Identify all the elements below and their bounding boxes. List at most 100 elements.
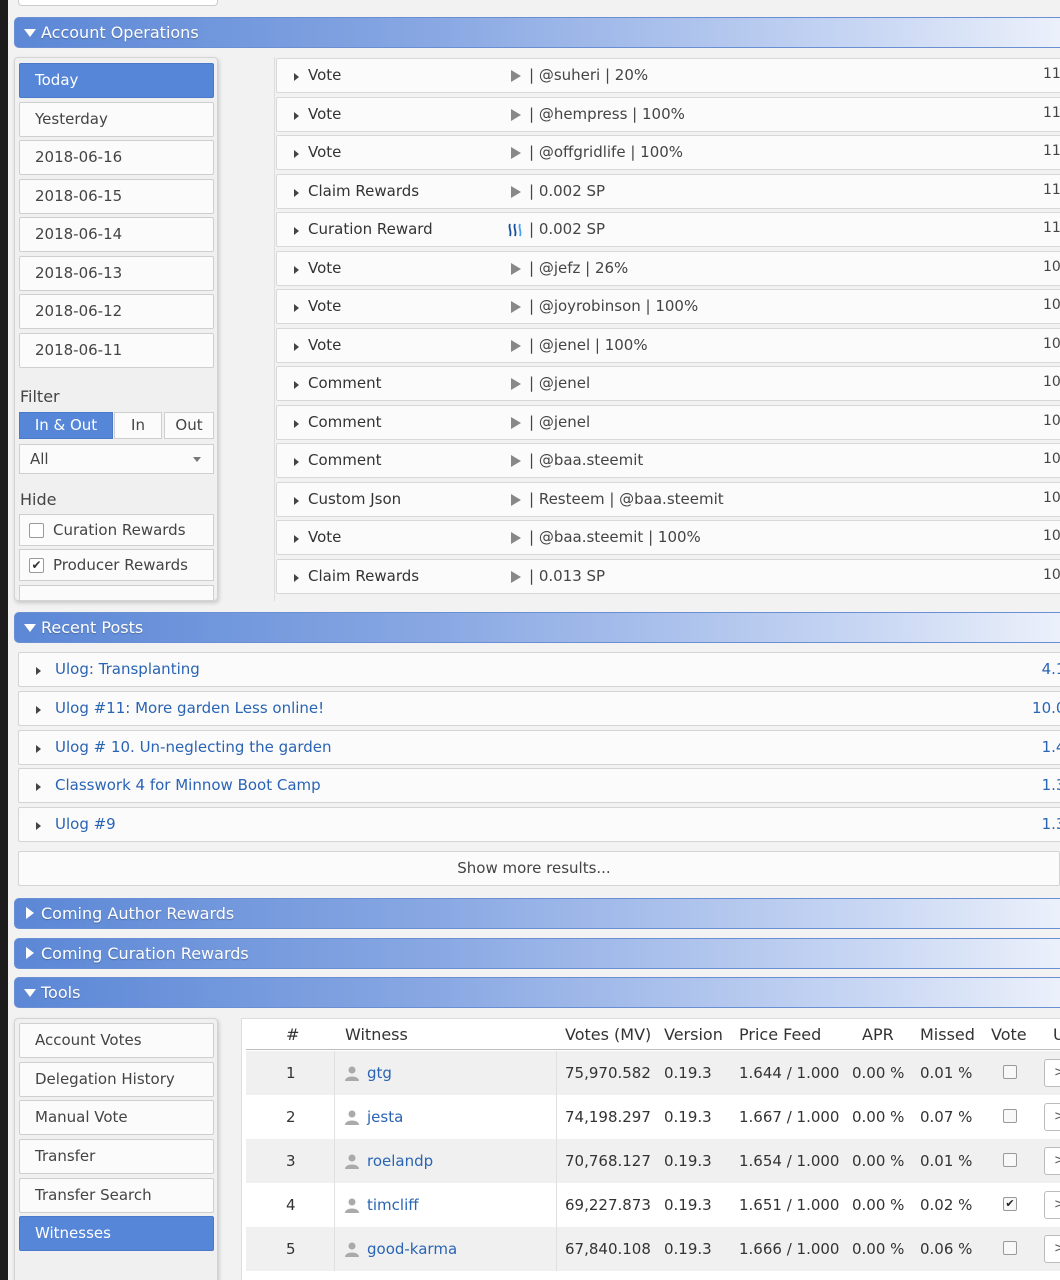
expand-arrow-icon[interactable] — [294, 227, 299, 235]
column-divider — [334, 1051, 335, 1095]
filter-out-button[interactable]: Out — [164, 412, 214, 439]
operation-detail: | @jenel | 100% — [529, 336, 648, 354]
witness-action-button[interactable]: > — [1044, 1059, 1060, 1087]
tool-account-votes[interactable]: Account Votes — [19, 1023, 214, 1058]
date-item-yesterday[interactable]: Yesterday — [19, 102, 214, 137]
date-item-today[interactable]: Today — [19, 63, 214, 98]
expand-arrow-icon[interactable] — [294, 343, 299, 351]
vote-checkbox[interactable] — [1003, 1241, 1017, 1255]
expand-arrow-icon[interactable] — [36, 822, 41, 830]
operation-row[interactable]: Vote | @jenel | 100% 10: — [276, 328, 1060, 363]
witness-name-link[interactable]: good-karma — [367, 1240, 457, 1258]
operation-row[interactable]: Vote | @hempress | 100% 11: — [276, 97, 1060, 132]
vote-checkbox[interactable]: ✔ — [1003, 1197, 1017, 1211]
expand-arrow-icon[interactable] — [294, 73, 299, 81]
date-item[interactable]: 2018-06-16 — [19, 140, 214, 175]
tool-witnesses[interactable]: Witnesses — [19, 1216, 214, 1251]
post-row[interactable]: Ulog: Transplanting 4.10 — [18, 652, 1060, 687]
date-item[interactable]: 2018-06-13 — [19, 256, 214, 291]
witness-name-link[interactable]: roelandp — [367, 1152, 433, 1170]
expand-arrow-icon[interactable] — [36, 745, 41, 753]
post-row[interactable]: Ulog #11: More garden Less online! 10.00 — [18, 691, 1060, 726]
post-title-link[interactable]: Ulog # 10. Un-neglecting the garden — [55, 738, 331, 756]
hide-option-partial[interactable] — [19, 585, 214, 600]
date-item[interactable]: 2018-06-11 — [19, 333, 214, 368]
coming-author-rewards-header[interactable]: Coming Author Rewards — [14, 898, 1060, 929]
expand-arrow-icon[interactable] — [294, 574, 299, 582]
witness-name-link[interactable]: jesta — [367, 1108, 403, 1126]
operation-detail: | @jefz | 26% — [529, 259, 629, 277]
post-title-link[interactable]: Ulog: Transplanting — [55, 660, 200, 678]
witness-apr: 0.00 % — [852, 1108, 905, 1126]
recent-posts-header[interactable]: Recent Posts — [14, 612, 1060, 643]
post-row[interactable]: Classwork 4 for Minnow Boot Camp 1.33 — [18, 768, 1060, 803]
operation-row[interactable]: Vote | @jefz | 26% 10: — [276, 251, 1060, 286]
tool-transfer[interactable]: Transfer — [19, 1139, 214, 1174]
expand-arrow-icon[interactable] — [294, 304, 299, 312]
operation-row[interactable]: Comment | @jenel 10: — [276, 405, 1060, 440]
account-operations-header[interactable]: Account Operations — [14, 17, 1060, 48]
vote-checkbox[interactable] — [1003, 1109, 1017, 1123]
operation-row[interactable]: Comment | @baa.steemit 10: — [276, 443, 1060, 478]
post-row[interactable]: Ulog #9 1.36 — [18, 807, 1060, 842]
hide-curation-rewards-checkbox[interactable]: Curation Rewards — [19, 514, 214, 546]
checkbox-icon[interactable] — [29, 523, 44, 538]
operation-row[interactable]: Claim Rewards | 0.002 SP 11: — [276, 174, 1060, 209]
operation-type-select[interactable]: All — [19, 444, 214, 474]
expand-arrow-icon[interactable] — [294, 535, 299, 543]
operation-detail: | @jenel — [529, 374, 591, 392]
expand-arrow-icon[interactable] — [294, 150, 299, 158]
post-title-link[interactable]: Ulog #9 — [55, 815, 116, 833]
witness-action-button[interactable]: > — [1044, 1235, 1060, 1263]
operation-row[interactable]: Vote | @offgridlife | 100% 11: — [276, 135, 1060, 170]
operation-row[interactable]: Vote | @joyrobinson | 100% 10: — [276, 289, 1060, 324]
operation-row[interactable]: Comment | @jenel 10: — [276, 366, 1060, 401]
date-item[interactable]: 2018-06-14 — [19, 217, 214, 252]
witness-name-link[interactable]: timcliff — [367, 1196, 419, 1214]
filter-in-button[interactable]: In — [114, 412, 162, 439]
col-header-vote: Vote — [991, 1025, 1027, 1044]
operation-row[interactable]: Vote | @suheri | 20% 11: — [276, 58, 1060, 93]
tool-delegation-history[interactable]: Delegation History — [19, 1062, 214, 1097]
play-icon — [511, 494, 521, 506]
hide-producer-rewards-checkbox[interactable]: ✔ Producer Rewards — [19, 549, 214, 581]
column-divider — [556, 1139, 557, 1183]
expand-arrow-icon[interactable] — [294, 458, 299, 466]
expand-arrow-icon[interactable] — [294, 420, 299, 428]
coming-curation-rewards-header[interactable]: Coming Curation Rewards — [14, 938, 1060, 969]
col-header-price-feed: Price Feed — [739, 1025, 822, 1044]
tools-header[interactable]: Tools — [14, 977, 1060, 1008]
expand-arrow-icon[interactable] — [36, 783, 41, 791]
post-row[interactable]: Ulog # 10. Un-neglecting the garden 1.40 — [18, 730, 1060, 765]
witness-action-button[interactable]: > — [1044, 1103, 1060, 1131]
expand-arrow-icon[interactable] — [36, 706, 41, 714]
expand-arrow-icon[interactable] — [294, 112, 299, 120]
tool-transfer-search[interactable]: Transfer Search — [19, 1178, 214, 1213]
witness-action-button[interactable]: > — [1044, 1147, 1060, 1175]
witness-action-button[interactable]: > — [1044, 1191, 1060, 1219]
expand-arrow-icon[interactable] — [36, 667, 41, 675]
date-item[interactable]: 2018-06-12 — [19, 294, 214, 329]
expand-arrow-icon[interactable] — [294, 189, 299, 197]
witness-name-link[interactable]: gtg — [367, 1064, 392, 1082]
expand-arrow-icon[interactable] — [294, 381, 299, 389]
post-title-link[interactable]: Classwork 4 for Minnow Boot Camp — [55, 776, 321, 794]
date-item[interactable]: 2018-06-15 — [19, 179, 214, 214]
table-row: 1 gtg 75,970.582 0.19.3 1.644 / 1.000 0.… — [246, 1051, 1060, 1095]
operation-row[interactable]: Curation Reward | 0.002 SP 11: — [276, 212, 1060, 247]
witness-apr: 0.00 % — [852, 1196, 905, 1214]
checkmark-icon[interactable]: ✔ — [29, 558, 44, 573]
tool-manual-vote[interactable]: Manual Vote — [19, 1100, 214, 1135]
operation-row[interactable]: Vote | @baa.steemit | 100% 10: — [276, 520, 1060, 555]
operation-row[interactable]: Custom Json | Resteem | @baa.steemit 10: — [276, 482, 1060, 517]
vote-checkbox[interactable] — [1003, 1065, 1017, 1079]
expand-arrow-icon[interactable] — [294, 266, 299, 274]
table-row: 3 roelandp 70,768.127 0.19.3 1.654 / 1.0… — [246, 1139, 1060, 1183]
vote-checkbox[interactable] — [1003, 1153, 1017, 1167]
filter-in-out-button[interactable]: In & Out — [19, 412, 113, 439]
show-more-button[interactable]: Show more results... — [18, 851, 1060, 886]
section-title: Coming Author Rewards — [41, 904, 235, 923]
operation-row[interactable]: Claim Rewards | 0.013 SP 10: — [276, 559, 1060, 594]
expand-arrow-icon[interactable] — [294, 497, 299, 505]
post-title-link[interactable]: Ulog #11: More garden Less online! — [55, 699, 324, 717]
